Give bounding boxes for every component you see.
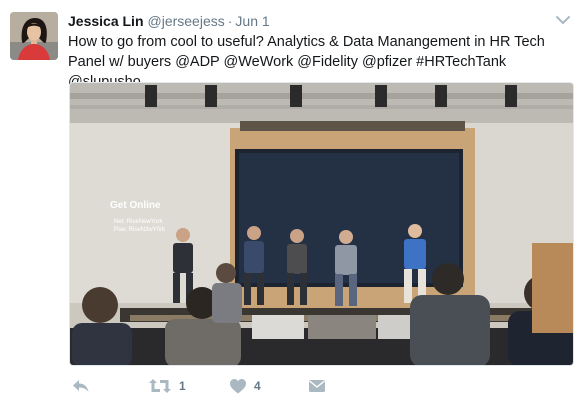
tweet-photo[interactable]: Get Online Net: RiseNewYork Psw: RiseN3w…	[69, 82, 574, 366]
direct-message-button[interactable]	[309, 376, 325, 396]
envelope-icon	[309, 379, 325, 393]
tweet-card[interactable]: Jessica Lin @jerseejess · Jun 1 How to go f…	[0, 0, 579, 404]
retweet-count: 1	[179, 379, 186, 393]
heart-icon	[230, 378, 246, 394]
retweet-button[interactable]: 1	[149, 376, 186, 396]
author-name[interactable]: Jessica Lin	[68, 13, 144, 29]
like-button[interactable]: 4	[230, 376, 261, 396]
author-handle[interactable]: @jerseejess	[148, 13, 225, 29]
tweet-actions: 1 4	[68, 372, 573, 400]
reply-icon	[72, 378, 90, 394]
retweet-icon	[149, 378, 171, 394]
like-count: 4	[254, 379, 261, 393]
chevron-down-icon[interactable]	[555, 13, 571, 27]
separator-dot: ·	[227, 13, 233, 29]
avatar[interactable]	[10, 12, 58, 60]
wall-text-title: Get Online	[110, 200, 161, 211]
tweet-header: Jessica Lin @jerseejess · Jun 1	[68, 11, 270, 31]
reply-button[interactable]	[72, 376, 90, 396]
tweet-text-line-1: How to go from cool to useful? Analytics…	[68, 34, 545, 50]
wall-text-psw: Psw: RiseN3wY0rk	[114, 227, 166, 233]
tweet-date[interactable]: Jun 1	[235, 13, 269, 29]
wall-text-net: Net: RiseNewYork	[114, 219, 163, 225]
